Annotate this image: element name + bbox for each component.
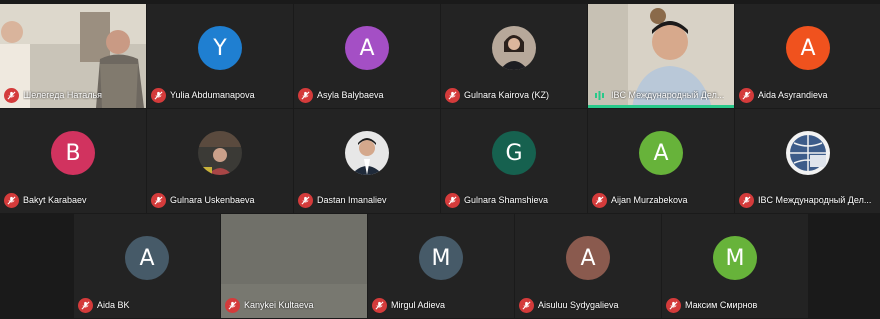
participant-tile-asyla[interactable]: A Asyla Balybaeva: [294, 4, 440, 108]
profile-photo: [345, 131, 389, 175]
participant-tile-dastan[interactable]: Dastan Imanaliev: [294, 109, 440, 213]
participant-tile-yulia[interactable]: Y Yulia Abdumanapova: [147, 4, 293, 108]
nameplate: Kanykei Kultaeva: [225, 296, 314, 314]
participant-name: Aisuluu Sydygalieva: [538, 300, 619, 310]
participant-tile-maksim[interactable]: M Максим Смирнов: [662, 214, 808, 318]
nameplate: Yulia Abdumanapova: [151, 86, 255, 104]
participant-tile-aisuluu[interactable]: A Aisuluu Sydygalieva: [515, 214, 661, 318]
mic-muted-icon: [592, 192, 607, 208]
participant-tile-shelegeda[interactable]: Шелегеда Наталья: [0, 4, 146, 108]
participant-name: IBC Международный Дел...: [611, 90, 725, 100]
mic-muted-icon: [739, 87, 754, 103]
nameplate: Aijan Murzabekova: [592, 191, 688, 209]
mic-muted-icon: [225, 297, 240, 313]
nameplate: Gulnara Uskenbaeva: [151, 191, 255, 209]
avatar: G: [492, 131, 536, 175]
nameplate: Aida BK: [78, 296, 130, 314]
mic-muted-icon: [298, 192, 313, 208]
avatar: A: [125, 236, 169, 280]
active-speaker-indicator: [588, 105, 734, 108]
nameplate: Aisuluu Sydygalieva: [519, 296, 619, 314]
avatar: A: [786, 26, 830, 70]
participant-name: Asyla Balybaeva: [317, 90, 384, 100]
avatar: M: [419, 236, 463, 280]
mic-muted-icon: [78, 297, 93, 313]
avatar: M: [713, 236, 757, 280]
participant-tile-mirgul[interactable]: M Mirgul Adieva: [368, 214, 514, 318]
profile-photo: [198, 131, 242, 175]
participant-tile-ibc-logo[interactable]: IBC Международный Дел...: [735, 109, 880, 213]
nameplate: Dastan Imanaliev: [298, 191, 387, 209]
nameplate: Bakyt Karabaev: [4, 191, 87, 209]
nameplate: Aida Asyrandieva: [739, 86, 828, 104]
participant-name: Aijan Murzabekova: [611, 195, 688, 205]
mic-muted-icon: [372, 297, 387, 313]
participant-tile-aida-bk[interactable]: A Aida BK: [74, 214, 220, 318]
participant-tile-aida-asyrandieva[interactable]: A Aida Asyrandieva: [735, 4, 880, 108]
nameplate: Asyla Balybaeva: [298, 86, 384, 104]
participant-tile-ibc-speaker[interactable]: IBC Международный Дел...: [588, 4, 734, 108]
participant-name: Gulnara Shamshieva: [464, 195, 549, 205]
mic-muted-icon: [4, 87, 19, 103]
mic-muted-icon: [445, 87, 460, 103]
nameplate: Gulnara Shamshieva: [445, 191, 548, 209]
participant-name: Aida BK: [97, 300, 130, 310]
profile-photo: [492, 26, 536, 70]
nameplate: IBC Международный Дел...: [592, 86, 724, 104]
mic-muted-icon: [4, 192, 19, 208]
mic-muted-icon: [298, 87, 313, 103]
participant-name: Gulnara Uskenbaeva: [170, 195, 255, 205]
participant-tile-kanykei[interactable]: Kanykei Kultaeva: [221, 214, 367, 318]
participant-name: Максим Смирнов: [685, 300, 758, 310]
ibc-logo-image: [786, 131, 830, 175]
participant-name: Yulia Abdumanapova: [170, 90, 255, 100]
avatar: Y: [198, 26, 242, 70]
participant-name: Gulnara Kairova (KZ): [464, 90, 550, 100]
avatar: A: [566, 236, 610, 280]
participant-tile-gulnara-uskenbaeva[interactable]: Gulnara Uskenbaeva: [147, 109, 293, 213]
participant-name: Bakyt Karabaev: [23, 195, 87, 205]
mic-muted-icon: [151, 87, 166, 103]
mic-muted-icon: [151, 192, 166, 208]
participant-tile-gulnara-shamshieva[interactable]: G Gulnara Shamshieva: [441, 109, 587, 213]
avatar: A: [345, 26, 389, 70]
participant-name: Шелегеда Наталья: [23, 90, 103, 100]
mic-muted-icon: [739, 192, 754, 208]
participant-tile-gulnara-kairova[interactable]: Gulnara Kairova (KZ): [441, 4, 587, 108]
avatar: A: [639, 131, 683, 175]
mic-muted-icon: [666, 297, 681, 313]
participant-tile-bakyt[interactable]: B Bakyt Karabaev: [0, 109, 146, 213]
participant-name: IBC Международный Дел...: [758, 195, 872, 205]
nameplate: IBC Международный Дел...: [739, 191, 871, 209]
avatar: B: [51, 131, 95, 175]
nameplate: Gulnara Kairova (KZ): [445, 86, 549, 104]
participant-name: Dastan Imanaliev: [317, 195, 387, 205]
nameplate: Максим Смирнов: [666, 296, 757, 314]
mic-muted-icon: [445, 192, 460, 208]
participant-name: Kanykei Kultaeva: [244, 300, 314, 310]
mic-muted-icon: [519, 297, 534, 313]
participant-name: Aida Asyrandieva: [758, 90, 828, 100]
nameplate: Шелегеда Наталья: [4, 86, 102, 104]
participant-name: Mirgul Adieva: [391, 300, 446, 310]
nameplate: Mirgul Adieva: [372, 296, 445, 314]
participant-tile-aijan[interactable]: A Aijan Murzabekova: [588, 109, 734, 213]
audio-level-icon: [592, 88, 607, 103]
